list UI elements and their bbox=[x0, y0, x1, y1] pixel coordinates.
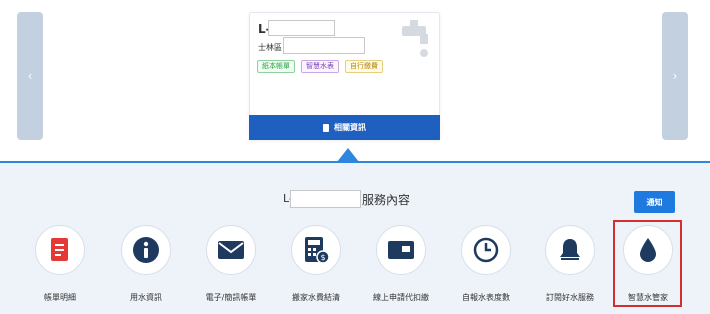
service-icon-circle: $ bbox=[291, 225, 341, 275]
bell-icon bbox=[560, 239, 580, 260]
selection-highlight bbox=[613, 220, 682, 307]
envelope-icon bbox=[218, 241, 244, 259]
service-account-redacted bbox=[290, 190, 361, 208]
card-district: 士林區 bbox=[258, 43, 282, 52]
service-water-info[interactable]: 用水資訊 bbox=[111, 225, 181, 305]
bill-icon bbox=[51, 238, 68, 261]
faucet-icon bbox=[402, 20, 428, 57]
service-subscribe[interactable]: 訂閱好水服務 bbox=[535, 225, 605, 305]
service-icon-circle bbox=[206, 225, 256, 275]
service-label: 線上申請代扣繳 bbox=[373, 293, 429, 302]
tag-smart-meter: 智慧水表 bbox=[301, 60, 339, 73]
service-label: 自報水表度數 bbox=[462, 293, 510, 302]
service-label: 帳單明細 bbox=[44, 293, 76, 302]
svg-text:$: $ bbox=[320, 253, 325, 262]
tag-self-payment: 自行繳費 bbox=[345, 60, 383, 73]
clock-icon bbox=[473, 237, 499, 263]
service-auto-debit[interactable]: 線上申請代扣繳 bbox=[366, 225, 436, 305]
carousel-prev-button[interactable]: ‹ bbox=[17, 12, 43, 140]
service-label: 訂閱好水服務 bbox=[546, 293, 594, 302]
service-icon-circle bbox=[35, 225, 85, 275]
info-icon bbox=[133, 237, 159, 263]
card-icon bbox=[388, 241, 414, 259]
service-icon-circle bbox=[461, 225, 511, 275]
tag-paper-bill: 紙本帳單 bbox=[257, 60, 295, 73]
service-icon-circle bbox=[545, 225, 595, 275]
calculator-icon: $ bbox=[305, 237, 330, 264]
chevron-left-icon: ‹ bbox=[27, 69, 33, 83]
service-e-bill[interactable]: 電子/簡訊帳單 bbox=[196, 225, 266, 305]
account-number-redacted bbox=[268, 20, 335, 36]
notify-button[interactable]: 通知 bbox=[634, 191, 675, 213]
service-bill-details[interactable]: 帳單明細 bbox=[25, 225, 95, 305]
related-info-button[interactable]: 相關資訊 bbox=[249, 115, 440, 140]
document-icon bbox=[323, 123, 329, 132]
services-title: 服務內容 bbox=[362, 193, 411, 207]
card-pointer bbox=[337, 148, 359, 162]
related-info-label: 相關資訊 bbox=[334, 123, 366, 132]
service-label: 搬家水費結清 bbox=[292, 293, 340, 302]
service-label: 電子/簡訊帳單 bbox=[205, 293, 257, 302]
chevron-right-icon: › bbox=[672, 69, 678, 83]
service-moving-settlement[interactable]: $ 搬家水費結清 bbox=[281, 225, 351, 305]
service-label: 用水資訊 bbox=[130, 293, 162, 302]
carousel-next-button[interactable]: › bbox=[662, 12, 688, 140]
service-meter-reading[interactable]: 自報水表度數 bbox=[451, 225, 521, 305]
address-redacted bbox=[283, 37, 365, 54]
page: ‹ › L- 士林區 紙本帳單 智慧水表 自行繳費 相關資訊 L- 服務內容 通… bbox=[0, 0, 710, 314]
service-icon-circle bbox=[376, 225, 426, 275]
service-icon-circle bbox=[121, 225, 171, 275]
